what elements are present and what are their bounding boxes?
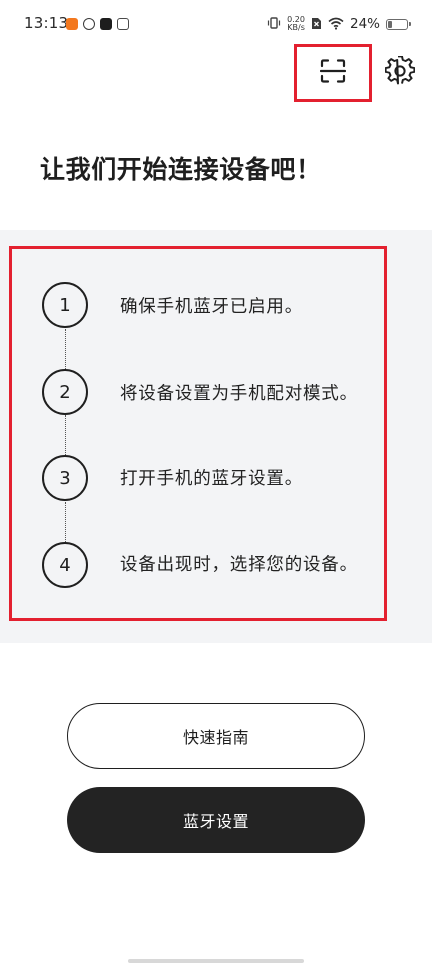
no-sim-icon [311,15,322,34]
battery-level [388,20,392,28]
status-time: 13:13 [24,14,69,32]
sync-app-icon [83,18,95,30]
status-right: 0.20 KB/s 24% [267,14,411,34]
status-bar: 13:13 0.20 KB/s 24% [0,0,432,50]
network-speed-unit: KB/s [287,23,305,32]
vibrate-icon [267,15,281,34]
bluetooth-settings-label: 蓝牙设置 [182,812,249,831]
notification-icons [66,17,129,31]
network-speed: 0.20 KB/s [287,16,305,32]
home-indicator[interactable] [128,959,304,963]
tiktok-icon [100,18,112,30]
robot-app-icon [117,18,129,30]
xiaomi-app-icon [66,18,78,30]
wifi-icon [328,15,344,34]
page-title: 让我们开始连接设备吧！ [40,155,322,184]
steps-highlight-frame [9,246,387,621]
battery-percent: 24% [349,16,380,32]
quick-guide-button[interactable]: 快速指南 [67,703,365,769]
settings-button[interactable] [384,55,416,90]
bluetooth-settings-button[interactable]: 蓝牙设置 [67,787,365,853]
battery-icon [386,18,411,30]
gear-icon [384,55,416,90]
scan-icon [319,59,347,87]
scan-button[interactable] [294,44,372,102]
quick-guide-label: 快速指南 [182,728,249,747]
